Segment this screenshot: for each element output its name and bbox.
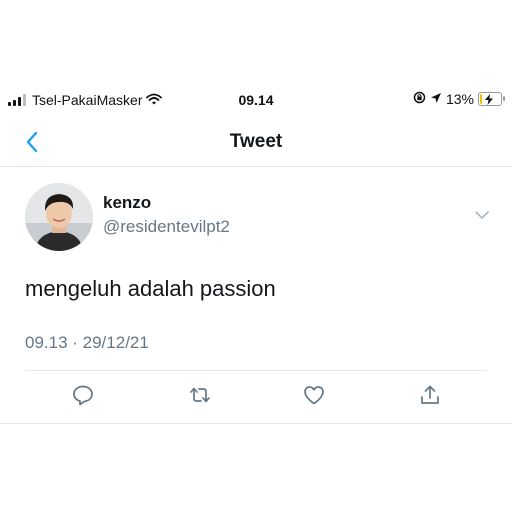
chevron-down-icon[interactable] <box>474 207 490 219</box>
share-button[interactable] <box>416 381 444 409</box>
avatar[interactable] <box>25 183 93 251</box>
charging-bolt-icon <box>484 92 494 108</box>
nav-bar: Tweet <box>0 118 512 167</box>
tweet-timestamp: 09.13 · 29/12/21 <box>25 333 149 352</box>
like-button[interactable] <box>300 381 328 409</box>
page-title: Tweet <box>229 131 283 152</box>
battery-percent: 13% <box>445 91 474 107</box>
divider <box>25 370 487 371</box>
user-handle[interactable]: @residentevilpt2 <box>103 217 230 237</box>
like-icon <box>304 386 324 405</box>
tweet-actions <box>0 381 512 413</box>
reply-icon <box>73 385 93 406</box>
battery-icon <box>478 92 505 108</box>
retweet-button[interactable] <box>186 381 214 409</box>
retweet-icon <box>190 387 210 403</box>
status-bar: Tsel-PakaiMasker 09.14 13% <box>0 88 512 114</box>
tweet-text: mengeluh adalah passion <box>25 276 276 301</box>
battery-fill <box>480 94 482 104</box>
display-name[interactable]: kenzo <box>103 193 151 213</box>
status-right: 13% <box>413 91 505 108</box>
location-icon <box>430 91 442 107</box>
orientation-lock-icon <box>413 91 426 107</box>
tweet-detail: kenzo @residentevilpt2 mengeluh adalah p… <box>0 167 512 424</box>
share-icon <box>421 385 439 404</box>
reply-button[interactable] <box>69 381 97 409</box>
